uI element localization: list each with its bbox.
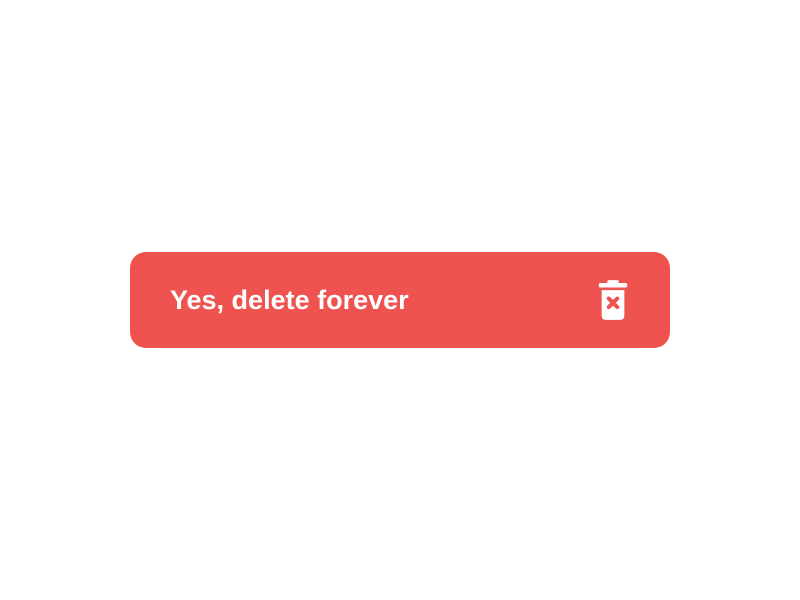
delete-forever-button[interactable]: Yes, delete forever xyxy=(130,252,670,348)
trash-x-icon xyxy=(596,280,630,320)
delete-button-label: Yes, delete forever xyxy=(170,285,576,316)
